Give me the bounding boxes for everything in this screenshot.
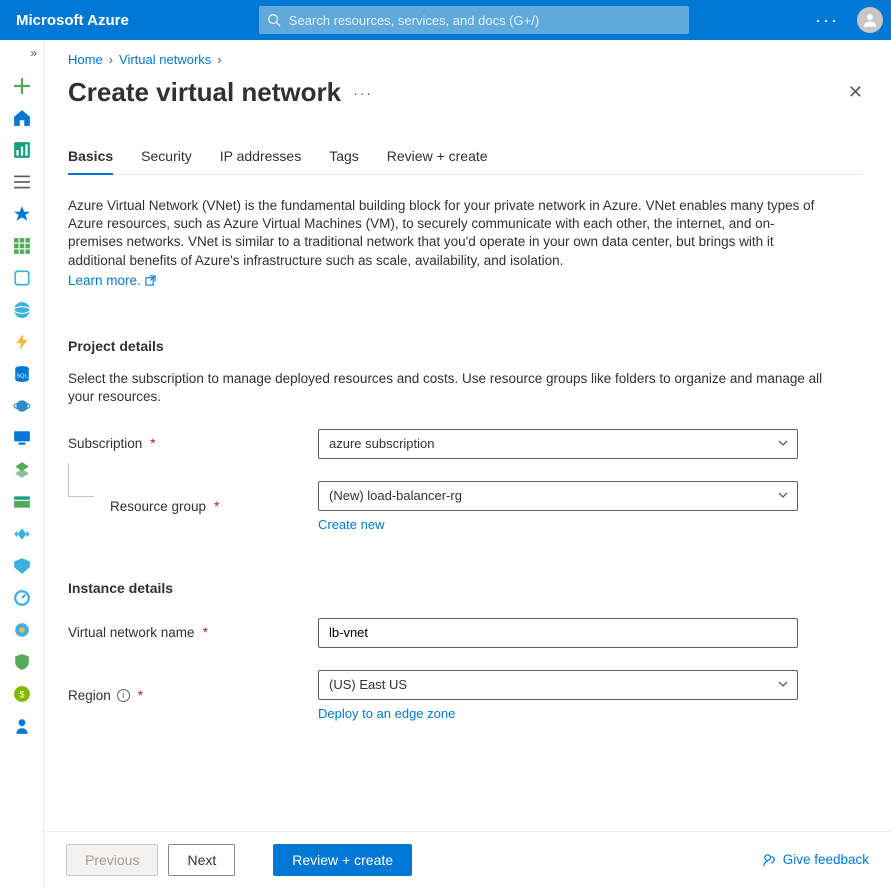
tab-ip-addresses[interactable]: IP addresses xyxy=(220,148,301,174)
page-title: Create virtual network xyxy=(68,77,341,108)
nav-app-services-icon[interactable] xyxy=(0,294,44,326)
global-search[interactable] xyxy=(259,6,689,34)
nav-aad-icon[interactable] xyxy=(0,550,44,582)
intro-text: Azure Virtual Network (VNet) is the fund… xyxy=(68,197,828,290)
instance-details-heading: Instance details xyxy=(68,580,863,596)
nav-monitor-icon[interactable] xyxy=(0,582,44,614)
tab-security[interactable]: Security xyxy=(141,148,192,174)
nav-load-balancer-icon[interactable] xyxy=(0,454,44,486)
vnet-name-field[interactable] xyxy=(318,618,798,648)
nav-cosmos-icon[interactable] xyxy=(0,390,44,422)
page-more-button[interactable]: ··· xyxy=(353,85,373,101)
region-value: (US) East US xyxy=(329,677,407,692)
nav-all-resources-icon[interactable] xyxy=(0,230,44,262)
vnet-name-input[interactable] xyxy=(329,625,767,640)
search-icon xyxy=(267,13,281,27)
chevron-down-icon xyxy=(777,678,789,690)
nav-vnet-icon[interactable] xyxy=(0,518,44,550)
learn-more-link[interactable]: Learn more. xyxy=(68,272,156,290)
region-label: Region xyxy=(68,688,111,703)
nav-resource-groups-icon[interactable] xyxy=(0,262,44,294)
breadcrumb: Home › Virtual networks › xyxy=(68,52,863,67)
previous-button: Previous xyxy=(66,844,158,876)
nav-functions-icon[interactable] xyxy=(0,326,44,358)
subscription-value: azure subscription xyxy=(329,436,435,451)
tab-tags[interactable]: Tags xyxy=(329,148,359,174)
review-create-button[interactable]: Review + create xyxy=(273,844,412,876)
nav-storage-icon[interactable] xyxy=(0,486,44,518)
wizard-footer: Previous Next Review + create Give feedb… xyxy=(44,831,891,887)
nav-help-icon[interactable] xyxy=(0,710,44,742)
deploy-edge-zone-link[interactable]: Deploy to an edge zone xyxy=(318,706,455,721)
subscription-select[interactable]: azure subscription xyxy=(318,429,798,459)
nav-dashboard-icon[interactable] xyxy=(0,134,44,166)
region-select[interactable]: (US) East US xyxy=(318,670,798,700)
nav-favorites-icon[interactable] xyxy=(0,198,44,230)
nav-sql-icon[interactable]: SQL xyxy=(0,358,44,390)
tab-strip: Basics Security IP addresses Tags Review… xyxy=(68,148,863,175)
svg-text:$: $ xyxy=(19,689,24,699)
resource-group-select[interactable]: (New) load-balancer-rg xyxy=(318,481,798,511)
next-button[interactable]: Next xyxy=(168,844,235,876)
resource-group-value: (New) load-balancer-rg xyxy=(329,488,462,503)
tab-review-create[interactable]: Review + create xyxy=(387,148,488,174)
nav-advisor-icon[interactable] xyxy=(0,614,44,646)
nav-expand-toggle[interactable]: » xyxy=(0,46,43,70)
nav-create-icon[interactable] xyxy=(0,70,44,102)
chevron-down-icon xyxy=(777,437,789,449)
account-avatar[interactable] xyxy=(857,7,883,33)
top-bar: Microsoft Azure ··· xyxy=(0,0,891,40)
nav-home-icon[interactable] xyxy=(0,102,44,134)
external-link-icon xyxy=(145,275,156,286)
create-new-rg-link[interactable]: Create new xyxy=(318,517,384,532)
nav-all-services-icon[interactable] xyxy=(0,166,44,198)
nav-cost-icon[interactable]: $ xyxy=(0,678,44,710)
close-button[interactable]: ✕ xyxy=(848,82,863,103)
chevron-down-icon xyxy=(777,489,789,501)
give-feedback-link[interactable]: Give feedback xyxy=(762,852,869,867)
resource-group-label: Resource group xyxy=(110,499,206,514)
nav-defender-icon[interactable] xyxy=(0,646,44,678)
brand-label: Microsoft Azure xyxy=(16,12,129,29)
topbar-more-button[interactable]: ··· xyxy=(815,10,839,31)
chevron-right-icon: › xyxy=(109,52,113,67)
subscription-label: Subscription xyxy=(68,436,142,451)
global-search-input[interactable] xyxy=(289,13,681,28)
project-details-subtext: Select the subscription to manage deploy… xyxy=(68,370,828,406)
vnet-name-label: Virtual network name xyxy=(68,625,195,640)
chevron-right-icon: › xyxy=(217,52,221,67)
project-details-heading: Project details xyxy=(68,338,863,354)
breadcrumb-home[interactable]: Home xyxy=(68,52,103,67)
left-nav: » SQL $ xyxy=(0,40,44,887)
feedback-icon xyxy=(762,852,777,867)
tree-connector xyxy=(68,463,94,497)
tab-basics[interactable]: Basics xyxy=(68,148,113,174)
breadcrumb-vnets[interactable]: Virtual networks xyxy=(119,52,211,67)
svg-text:SQL: SQL xyxy=(16,373,27,379)
nav-vm-icon[interactable] xyxy=(0,422,44,454)
person-icon xyxy=(861,11,879,29)
info-icon[interactable]: i xyxy=(117,689,130,702)
